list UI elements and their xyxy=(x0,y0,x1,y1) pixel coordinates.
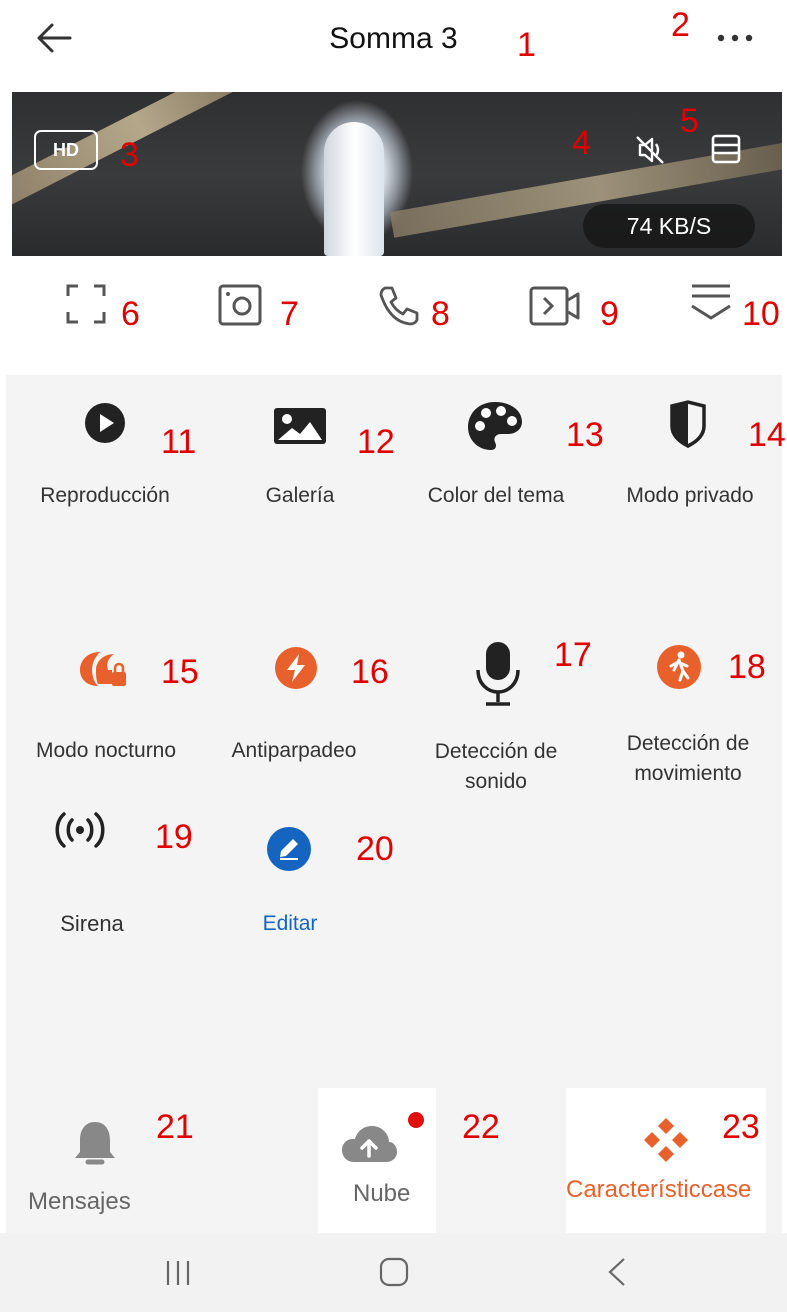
annotation-19: 19 xyxy=(155,818,193,856)
shield-half-icon xyxy=(670,400,706,448)
annotation-12: 12 xyxy=(357,423,395,461)
tab-cloud-label: Nube xyxy=(353,1180,411,1207)
annotation-11: 11 xyxy=(161,423,197,461)
motion-detection-label-2: movimiento xyxy=(634,762,742,785)
speaker-muted-icon xyxy=(636,136,664,164)
annotation-21: 21 xyxy=(156,1108,194,1146)
phone-icon xyxy=(379,286,419,326)
annotation-9: 9 xyxy=(600,295,619,333)
video-record-icon xyxy=(529,286,580,326)
annotation-23: 23 xyxy=(722,1108,760,1146)
tab-cloud[interactable] xyxy=(330,1108,440,1228)
anti-flicker-label: Antiparpadeo xyxy=(231,739,357,762)
theme-color-label: Color del tema xyxy=(427,484,565,507)
annotation-16: 16 xyxy=(351,653,389,691)
annotation-10: 10 xyxy=(742,295,780,333)
recent-apps-button[interactable] xyxy=(162,1257,194,1289)
features-diamond-icon xyxy=(644,1118,688,1162)
split-view-icon xyxy=(711,134,741,164)
palette-icon xyxy=(468,402,522,450)
night-mode-icon xyxy=(80,652,126,686)
sound-detection-label-1: Detección de xyxy=(434,740,558,763)
annotation-3: 3 xyxy=(120,136,139,174)
hd-quality-button[interactable]: HD xyxy=(34,130,98,170)
theme-color-tile[interactable] xyxy=(400,400,590,550)
annotation-5: 5 xyxy=(680,102,699,140)
snapshot-button[interactable] xyxy=(216,282,264,328)
annotation-7: 7 xyxy=(280,295,299,333)
edit-label: Editar xyxy=(262,912,318,935)
annotation-13: 13 xyxy=(566,416,604,454)
annotation-6: 6 xyxy=(121,295,140,333)
annotation-14: 14 xyxy=(748,416,786,454)
annotation-22: 22 xyxy=(462,1108,500,1146)
chevron-left-icon xyxy=(608,1258,625,1286)
walking-person-icon xyxy=(657,645,701,689)
system-nav-bar xyxy=(0,1233,787,1312)
annotation-4: 4 xyxy=(572,124,591,162)
annotation-17: 17 xyxy=(554,636,592,674)
annotation-15: 15 xyxy=(161,653,199,691)
fullscreen-icon xyxy=(66,284,106,324)
system-back-button[interactable] xyxy=(602,1255,632,1289)
bell-icon xyxy=(75,1122,115,1165)
annotation-2: 2 xyxy=(671,6,690,44)
sound-detection-label-2: sonido xyxy=(465,770,527,793)
live-video-view[interactable]: HD 74 KB/S xyxy=(12,92,782,256)
annotation-18: 18 xyxy=(728,648,766,686)
talk-button[interactable] xyxy=(376,284,422,328)
microphone-icon xyxy=(476,642,520,706)
collapse-controls-button[interactable] xyxy=(688,280,734,324)
home-icon xyxy=(379,1257,409,1287)
image-gallery-icon xyxy=(274,408,326,444)
fullscreen-button[interactable] xyxy=(64,282,108,326)
playback-label: Reproducción xyxy=(40,484,170,507)
chevron-collapse-icon xyxy=(691,284,731,320)
motion-detection-label-1: Detección de xyxy=(626,732,750,755)
night-mode-label: Modo nocturno xyxy=(35,739,177,762)
cloud-upload-icon xyxy=(342,1126,397,1162)
bitrate-badge: 74 KB/S xyxy=(583,204,755,248)
mute-button[interactable] xyxy=(632,132,668,168)
gallery-label: Galería xyxy=(265,484,335,507)
siren-label: Sirena xyxy=(60,911,124,936)
annotation-20: 20 xyxy=(356,830,394,868)
edit-pencil-icon xyxy=(267,827,311,871)
flash-icon xyxy=(275,647,317,689)
siren-icon xyxy=(55,812,105,848)
annotation-8: 8 xyxy=(431,295,450,333)
tab-messages-label: Mensajes xyxy=(28,1188,131,1215)
more-options-button[interactable] xyxy=(716,28,756,48)
page-title: Somma 3 xyxy=(329,22,458,55)
camera-snapshot-icon xyxy=(218,284,262,326)
recent-apps-icon xyxy=(166,1261,190,1285)
notification-dot xyxy=(408,1112,424,1128)
annotation-1: 1 xyxy=(517,26,536,64)
home-button[interactable] xyxy=(377,1255,411,1289)
tab-features-label: Característiccase xyxy=(566,1176,752,1203)
play-icon xyxy=(85,403,125,443)
record-button[interactable] xyxy=(528,284,584,328)
layout-button[interactable] xyxy=(709,132,743,166)
video-light xyxy=(324,122,384,256)
more-dots-icon xyxy=(717,34,753,42)
privacy-mode-label: Modo privado xyxy=(626,484,754,507)
